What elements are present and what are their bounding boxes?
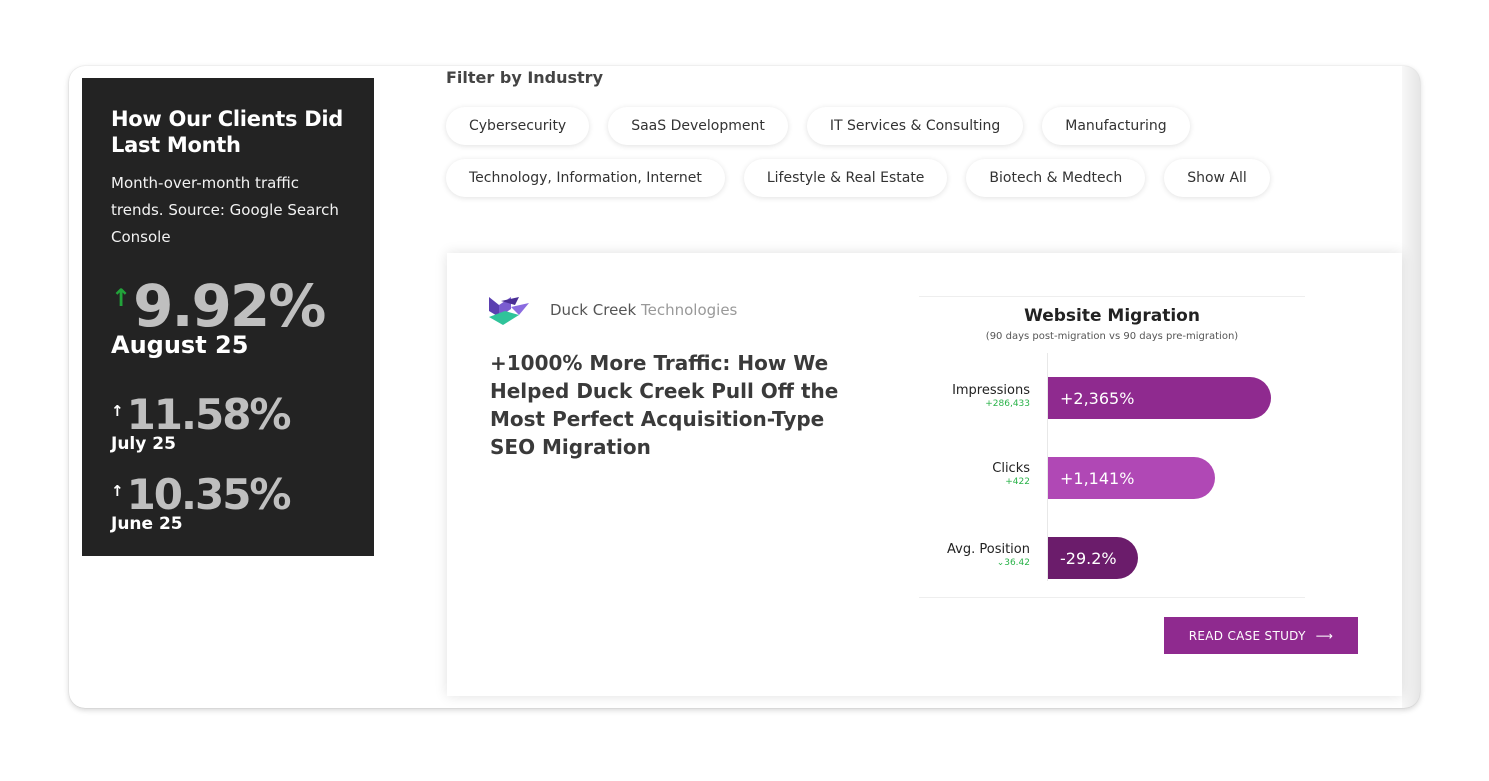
read-case-study-label: READ CASE STUDY bbox=[1188, 628, 1306, 643]
chart-subtitle: (90 days post-migration vs 90 days pre-m… bbox=[985, 331, 1239, 342]
brand-name: Duck Creek Technologies bbox=[550, 301, 737, 319]
stat-value: 9.92% bbox=[133, 272, 326, 340]
chart-bar: +2,365% bbox=[1048, 377, 1271, 419]
arrow-right-icon: ⟶ bbox=[1315, 628, 1334, 643]
up-arrow-icon: ↑ bbox=[111, 482, 124, 500]
up-arrow-icon: ↑ bbox=[111, 284, 132, 312]
brand-name-part2: Technologies bbox=[641, 301, 738, 319]
chip-row-2: Technology, Information, Internet Lifest… bbox=[446, 159, 1316, 197]
industry-filter-chips: Cybersecurity SaaS Development IT Servic… bbox=[446, 107, 1316, 211]
duck-creek-logo: Duck Creek Technologies bbox=[489, 295, 737, 325]
chip-show-all[interactable]: Show All bbox=[1164, 159, 1270, 197]
metric-label: Clicks +422 bbox=[992, 461, 1030, 487]
filter-title: Filter by Industry bbox=[446, 68, 603, 87]
stat-july: ↑ 11.58% July 25 bbox=[111, 390, 292, 455]
chip-it-services[interactable]: IT Services & Consulting bbox=[806, 107, 1024, 145]
chip-technology[interactable]: Technology, Information, Internet bbox=[446, 159, 725, 197]
scroll-edge-shadow bbox=[1402, 66, 1420, 708]
content-frame: How Our Clients Did Last Month Month-ove… bbox=[69, 66, 1420, 708]
chip-manufacturing[interactable]: Manufacturing bbox=[1042, 107, 1190, 145]
chip-saas-development[interactable]: SaaS Development bbox=[608, 107, 788, 145]
chart-title: Website Migration bbox=[1024, 306, 1200, 326]
chart-bar: +1,141% bbox=[1048, 457, 1215, 499]
up-arrow-icon: ↑ bbox=[111, 402, 124, 420]
metric-name: Avg. Position bbox=[947, 542, 1030, 557]
metric-delta: +422 bbox=[1005, 477, 1030, 487]
chip-cybersecurity[interactable]: Cybersecurity bbox=[446, 107, 590, 145]
chip-row-1: Cybersecurity SaaS Development IT Servic… bbox=[446, 107, 1316, 145]
stat-june: ↑ 10.35% June 25 bbox=[111, 470, 292, 535]
stats-title: How Our Clients Did Last Month bbox=[111, 107, 343, 157]
stats-panel: How Our Clients Did Last Month Month-ove… bbox=[82, 78, 374, 556]
read-case-study-button[interactable]: READ CASE STUDY ⟶ bbox=[1164, 617, 1358, 654]
duck-creek-logo-icon bbox=[489, 297, 529, 325]
chip-biotech-medtech[interactable]: Biotech & Medtech bbox=[966, 159, 1146, 197]
stats-description: Month-over-month traffic trends. Source:… bbox=[111, 174, 339, 246]
migration-chart: Website Migration (90 days post-migratio… bbox=[919, 296, 1305, 598]
brand-name-part1: Duck Creek bbox=[550, 301, 637, 319]
metric-label: Avg. Position ⌄36.42 bbox=[947, 542, 1030, 568]
metric-name: Impressions bbox=[952, 383, 1030, 398]
chip-lifestyle-real-estate[interactable]: Lifestyle & Real Estate bbox=[743, 159, 948, 197]
metric-delta: ⌄36.42 bbox=[996, 558, 1030, 568]
case-study-card: Duck Creek Technologies +1000% More Traf… bbox=[447, 253, 1402, 696]
stat-value: 10.35% bbox=[126, 470, 292, 519]
stat-august: ↑ 9.92% August 25 bbox=[111, 272, 326, 358]
case-study-headline: +1000% More Traffic: How We Helped Duck … bbox=[490, 351, 839, 459]
metric-label: Impressions +286,433 bbox=[952, 383, 1030, 409]
metric-delta: +286,433 bbox=[985, 399, 1030, 409]
stat-value: 11.58% bbox=[126, 390, 292, 439]
metric-name: Clicks bbox=[992, 461, 1030, 476]
chart-bar: -29.2% bbox=[1048, 537, 1138, 579]
